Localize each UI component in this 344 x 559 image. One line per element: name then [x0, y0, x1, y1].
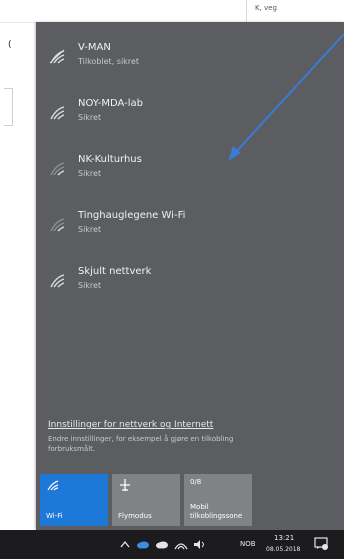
input-language-indicator[interactable]: NOB	[240, 540, 256, 548]
notifications-icon[interactable]	[314, 536, 328, 550]
background-frame	[4, 88, 13, 126]
airplane-icon	[120, 479, 130, 491]
onedrive-icon[interactable]	[136, 539, 150, 549]
network-status: Tilkoblet, sikret	[78, 57, 139, 66]
wifi-icon	[50, 274, 65, 288]
wifi-icon	[50, 162, 65, 176]
network-icon[interactable]	[174, 539, 188, 550]
taskbar: NOB 13:21 08.05.2018	[0, 530, 344, 559]
network-item-tinghauglegene[interactable]: Tinghauglegene Wi-Fi Sikret	[36, 204, 344, 248]
network-name: Tinghauglegene Wi-Fi	[78, 210, 186, 221]
airplane-tile-label: Flymodus	[118, 512, 152, 520]
network-settings-link[interactable]: Innstillinger for nettverk og Internett	[48, 420, 213, 430]
network-name: V-MAN	[78, 42, 111, 53]
hotspot-count: 0/8	[190, 478, 202, 486]
network-settings-description: Endre innstillinger, for eksempel å gjør…	[48, 435, 234, 453]
network-name: NOY-MDA-lab	[78, 98, 143, 109]
wifi-toggle-tile[interactable]: Wi-Fi	[40, 474, 108, 526]
network-status: Sikret	[78, 281, 102, 290]
network-item-nk-kulturhus[interactable]: NK-Kulturhus Sikret	[36, 148, 344, 192]
background-label: K, veg	[255, 4, 277, 12]
wifi-icon	[49, 49, 65, 64]
clock-date[interactable]: 08.05.2018	[266, 546, 300, 553]
wifi-icon	[50, 218, 65, 232]
volume-icon[interactable]	[193, 539, 207, 550]
network-item-v-man[interactable]: V-MAN Tilkoblet, sikret	[36, 36, 344, 80]
network-status: Sikret	[78, 169, 102, 178]
mobile-hotspot-tile[interactable]: 0/8 Mobil tilkoblingssone	[184, 474, 252, 526]
chevron-up-icon[interactable]	[120, 540, 130, 548]
network-name: Skjult nettverk	[78, 266, 152, 277]
network-status: Sikret	[78, 225, 102, 234]
clock-time[interactable]: 13:21	[274, 534, 294, 542]
network-status: Sikret	[78, 113, 102, 122]
onedrive-business-icon[interactable]	[155, 539, 169, 549]
background-fragment: (	[8, 40, 12, 50]
hotspot-tile-label: Mobil tilkoblingssone	[190, 503, 243, 520]
background-toolbar: K, veg	[246, 0, 344, 22]
network-item-skjult-nettverk[interactable]: Skjult nettverk Sikret	[36, 260, 344, 304]
airplane-mode-tile[interactable]: Flymodus	[112, 474, 180, 526]
wifi-tile-label: Wi-Fi	[46, 512, 63, 520]
network-name: NK-Kulturhus	[78, 154, 142, 165]
network-flyout: V-MAN Tilkoblet, sikret NOY-MDA-lab Sikr…	[36, 22, 344, 530]
wifi-icon	[47, 480, 59, 491]
network-item-noy-mda-lab[interactable]: NOY-MDA-lab Sikret	[36, 92, 344, 136]
wifi-icon	[50, 106, 65, 120]
